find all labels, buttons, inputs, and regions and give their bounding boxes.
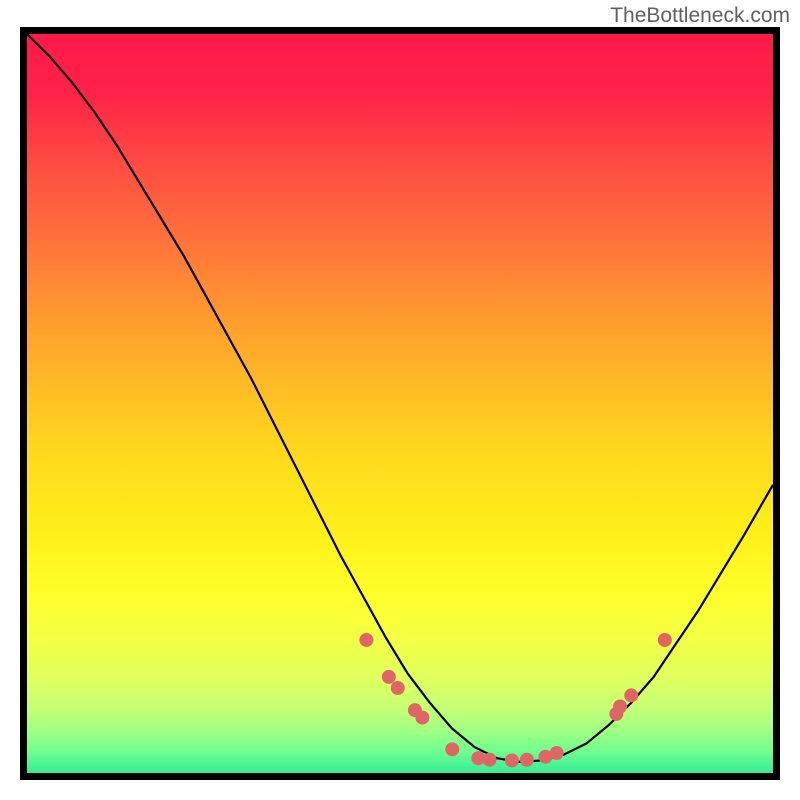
data-point — [382, 670, 396, 684]
data-point — [505, 753, 519, 767]
data-point — [658, 633, 672, 647]
data-point — [520, 753, 534, 767]
data-point — [613, 699, 627, 713]
chart-svg — [27, 34, 773, 773]
data-point — [359, 633, 373, 647]
chart-container: TheBottleneck.com — [0, 0, 800, 800]
data-point — [624, 688, 638, 702]
data-point — [483, 753, 497, 767]
data-point — [445, 742, 459, 756]
watermark-text: TheBottleneck.com — [610, 4, 790, 28]
data-point — [391, 681, 405, 695]
data-point — [415, 711, 429, 725]
plot-area — [20, 27, 780, 780]
data-point — [550, 746, 564, 760]
